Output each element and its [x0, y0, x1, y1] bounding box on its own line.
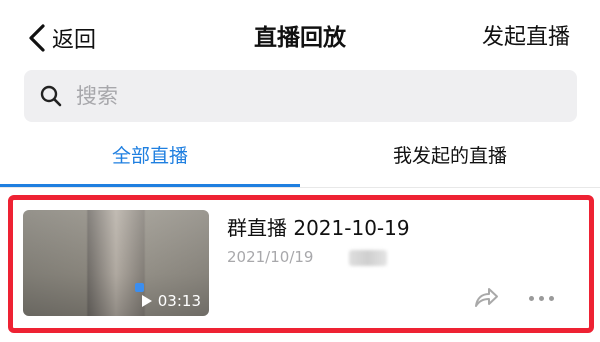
chevron-left-icon — [29, 24, 45, 52]
live-replay-item[interactable]: 03:13 群直播 2021-10-19 2021/10/19 — [8, 195, 594, 333]
video-duration: 03:13 — [141, 292, 201, 310]
replay-title: 群直播 2021-10-19 — [227, 216, 410, 240]
more-dot — [529, 296, 534, 301]
more-dot — [539, 296, 544, 301]
divider — [0, 187, 600, 188]
duration-text: 03:13 — [157, 292, 201, 310]
back-button[interactable]: 返回 — [28, 20, 96, 56]
tab-bar: 全部直播 我发起的直播 — [0, 132, 600, 188]
tab-my-live[interactable]: 我发起的直播 — [300, 132, 600, 184]
more-dot — [549, 296, 554, 301]
replay-date: 2021/10/19 — [227, 248, 314, 266]
more-icon[interactable] — [529, 296, 554, 301]
search-input[interactable] — [74, 83, 538, 109]
search-icon — [40, 85, 62, 107]
start-live-button[interactable]: 发起直播 — [482, 20, 570, 56]
share-icon[interactable] — [473, 286, 499, 312]
search-bar[interactable] — [24, 70, 577, 122]
tab-all-live[interactable]: 全部直播 — [0, 132, 300, 184]
nav-bar: 返回 直播回放 发起直播 — [0, 0, 600, 74]
play-icon — [141, 295, 152, 307]
thumbnail-badge-icon — [135, 283, 144, 292]
back-label: 返回 — [52, 28, 97, 53]
video-thumbnail[interactable]: 03:13 — [23, 210, 209, 316]
blurred-host-name — [349, 250, 387, 266]
